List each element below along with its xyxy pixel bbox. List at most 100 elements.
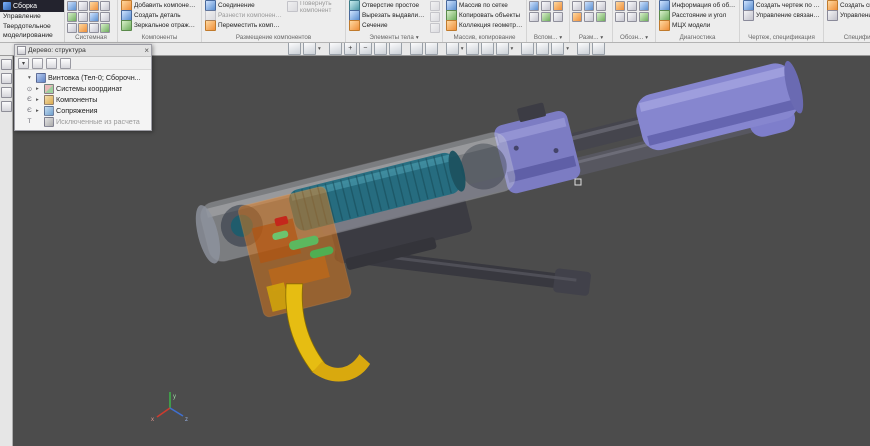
designation-tool-button[interactable] (615, 12, 625, 22)
aux-tool-button[interactable] (541, 1, 551, 11)
display-mode-icon[interactable] (446, 42, 459, 55)
paste-button[interactable] (100, 12, 110, 22)
feature-tool-button[interactable] (430, 1, 440, 11)
dimension-tool-button[interactable] (584, 1, 594, 11)
ribbon-group-label[interactable]: Системная (67, 33, 115, 42)
copy-button[interactable] (89, 12, 99, 22)
dimension-tool-button[interactable] (572, 12, 582, 22)
pan-icon[interactable] (410, 42, 423, 55)
expander-icon[interactable]: ▸ (36, 86, 42, 92)
section-button[interactable]: Сечение (348, 21, 427, 30)
tree-item-mates[interactable]: Є ▸ Сопряжения (15, 105, 151, 116)
geometry-collection-button[interactable]: Коллекция геометрии (445, 21, 524, 30)
aux-tool-button[interactable] (553, 1, 563, 11)
section-mark-icon[interactable]: Є (25, 107, 34, 114)
dimension-tool-button[interactable] (584, 12, 594, 22)
mate-marker-icon[interactable] (575, 179, 581, 185)
rebuild-button[interactable] (100, 23, 110, 33)
ribbon-group-label[interactable]: Чертеж, спецификация (742, 33, 821, 42)
messages-icon[interactable] (1, 101, 12, 112)
close-icon[interactable]: × (144, 47, 149, 55)
refresh-icon[interactable] (329, 42, 342, 55)
ribbon-group-label[interactable]: Вспом...▾ (529, 33, 567, 42)
create-bom-button[interactable]: Создать спецификаци... (826, 1, 870, 10)
designation-tool-button[interactable] (639, 12, 649, 22)
manage-linked-bom-button[interactable]: Управление связанными... (826, 11, 870, 20)
filter-icon[interactable] (1, 73, 12, 84)
hidden-lines-icon[interactable] (481, 42, 494, 55)
dimension-tool-button[interactable] (596, 12, 606, 22)
expander-icon[interactable]: ▸ (36, 97, 42, 103)
excluded-mark-icon[interactable]: Т (25, 118, 34, 125)
tree-item-excluded[interactable]: Т Исключенные из расчета (15, 116, 151, 127)
ribbon-group-label[interactable]: Спецификация (826, 33, 870, 42)
aux-tool-button[interactable] (529, 12, 539, 22)
rotate-icon[interactable] (425, 42, 438, 55)
designation-tool-button[interactable] (615, 1, 625, 11)
refresh-button[interactable] (67, 23, 77, 33)
ribbon-group-label[interactable]: Диагностика (658, 33, 737, 42)
tree-toggle-icon[interactable] (1, 59, 12, 70)
section-view-icon[interactable] (521, 42, 534, 55)
visibility-icon[interactable]: ⊙ (25, 85, 34, 93)
wireframe-icon[interactable] (466, 42, 479, 55)
designation-tool-button[interactable] (627, 12, 637, 22)
tree-options-icon[interactable] (60, 58, 71, 69)
cut-extrude-button[interactable]: Вырезать выдавливанием (348, 11, 427, 20)
section-mark-icon[interactable]: Є (25, 96, 34, 103)
dimension-tool-button[interactable] (596, 1, 606, 11)
redo-button[interactable] (78, 12, 88, 22)
rotate-component-button[interactable]: Повернуть компонент (286, 1, 343, 20)
move-component-button[interactable]: Переместить компонент (204, 21, 283, 30)
tree-filter-icon[interactable]: ▾ (18, 58, 29, 69)
expander-icon[interactable]: ▸ (36, 108, 42, 114)
feature-tool-button[interactable] (430, 23, 440, 33)
open-button[interactable] (67, 1, 77, 11)
mate-button[interactable]: Соединение (204, 1, 283, 10)
tree-search-icon[interactable] (46, 58, 57, 69)
tree-item-components[interactable]: Є ▸ Компоненты (15, 94, 151, 105)
print-button[interactable] (89, 1, 99, 11)
fit-all-icon[interactable] (389, 42, 402, 55)
tree-item-root[interactable]: ▾ Винтовка (Тел-0; Сборочн... (15, 72, 151, 83)
tree-panel-header[interactable]: Дерево: структура × (15, 45, 151, 57)
ribbon-group-label[interactable]: Обозн...▾ (615, 33, 653, 42)
aux-tool-button[interactable] (529, 1, 539, 11)
tree-item-coordinate-systems[interactable]: ⊙ ▸ Системы координат (15, 83, 151, 94)
copy-objects-button[interactable]: Копировать объекты (445, 11, 524, 20)
clip-plane-icon[interactable] (551, 42, 564, 55)
viewport-settings-icon[interactable] (592, 42, 605, 55)
zoom-window-icon[interactable] (374, 42, 387, 55)
measure-icon[interactable] (577, 42, 590, 55)
zoom-out-icon[interactable]: − (359, 42, 372, 55)
expander-icon[interactable]: ▾ (28, 75, 34, 81)
shaded-icon[interactable] (496, 42, 509, 55)
ribbon-group-label[interactable]: Компоненты (120, 33, 199, 42)
designation-tool-button[interactable] (627, 1, 637, 11)
zoom-in-icon[interactable]: + (344, 42, 357, 55)
tree-view-mode-icon[interactable] (32, 58, 43, 69)
aux-tool-button[interactable] (541, 12, 551, 22)
mode-tab-assembly[interactable]: Сборка (0, 0, 64, 12)
manage-linked-docs-button[interactable]: Управление связанными... (742, 11, 821, 20)
distance-angle-button[interactable]: Расстояние и угол (658, 11, 737, 20)
parameters-icon[interactable] (1, 87, 12, 98)
create-part-button[interactable]: Создать деталь (120, 11, 199, 20)
selection-filter-icon[interactable] (288, 42, 301, 55)
variables-button[interactable] (78, 23, 88, 33)
mass-properties-button[interactable]: МЦХ модели (658, 21, 737, 30)
undo-button[interactable] (67, 12, 77, 22)
settings-button[interactable] (89, 23, 99, 33)
menu-item-management[interactable]: Управление (0, 12, 64, 22)
object-info-button[interactable]: Информация об объекте (658, 1, 737, 10)
designation-tool-button[interactable] (639, 1, 649, 11)
create-drawing-button[interactable]: Создать чертеж по модели (742, 1, 821, 10)
ribbon-group-label[interactable]: Элементы тела▾ (348, 33, 440, 42)
ribbon-group-label[interactable]: Массив, копирование (445, 33, 524, 42)
ribbon-group-label[interactable]: Размещение компонентов (204, 33, 343, 42)
orientation-cube-icon[interactable] (303, 42, 316, 55)
aux-tool-button[interactable] (553, 12, 563, 22)
mirror-component-button[interactable]: Зеркальное отражение ко... (120, 21, 199, 30)
save-button[interactable] (78, 1, 88, 11)
simple-hole-button[interactable]: Отверстие простое (348, 1, 427, 10)
